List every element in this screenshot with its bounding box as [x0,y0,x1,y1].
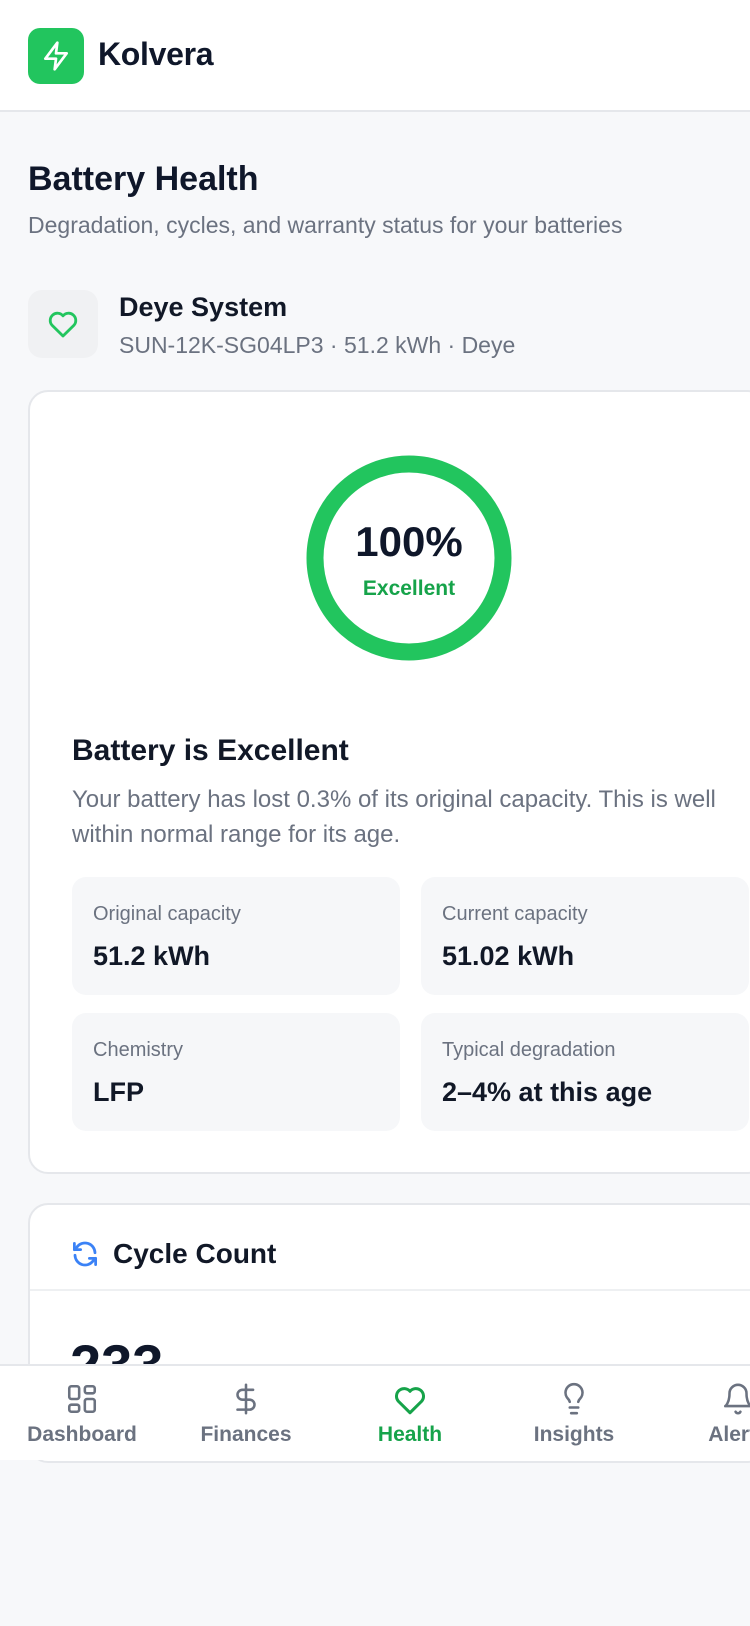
status-title: Battery is Excellent [72,734,349,767]
top-bar: Kolvera [0,0,750,112]
nav-item-finances[interactable]: Finances [164,1366,328,1462]
stat-value: LFP [93,1077,144,1107]
lightbulb-icon [564,1382,584,1415]
stat-typical-degradation: Typical degradation 2–4% at this age [421,1013,749,1131]
heart-icon [395,1387,425,1415]
app-logo[interactable] [28,28,84,84]
stat-current-capacity: Current capacity 51.02 kWh [421,877,749,995]
system-meta: SUN-12K-SG04LP3 · 51.2 kWh · Deye [119,332,516,358]
health-rating: Excellent [362,577,456,600]
page-subtitle: Degradation, cycles, and warranty status… [28,212,623,238]
nav-item-health[interactable]: Health [328,1366,492,1462]
stat-label: Chemistry [93,1039,184,1061]
lightning-bolt-icon [44,41,68,71]
bell-icon [723,1383,750,1415]
app-name: Kolvera [98,36,214,72]
health-percent: 100% [355,518,463,565]
nav-label: Finances [200,1423,292,1446]
nav-item-dashboard[interactable]: Dashboard [0,1366,164,1462]
nav-label: Insights [533,1423,615,1446]
grid-icon [67,1384,97,1414]
stat-label: Current capacity [442,903,588,925]
system-name[interactable]: Deye System [119,292,287,323]
system-icon-badge [28,290,98,358]
card-divider [30,1289,750,1291]
stat-value: 51.02 kWh [442,941,575,971]
nav-label: Dashboard [27,1423,137,1446]
stat-value: 2–4% at this age [442,1077,653,1107]
stat-label: Typical degradation [442,1039,616,1061]
refresh-icon [73,1241,97,1267]
stat-value: 51.2 kWh [93,941,211,971]
bottom-nav: Dashboard Finances Health Insights Aler [0,1364,750,1460]
status-description: Your battery has lost 0.3% of its origin… [72,786,716,848]
stat-label: Original capacity [93,903,241,925]
nav-item-alerts[interactable]: Alerts [656,1366,750,1462]
nav-label: Alerts [708,1423,750,1446]
nav-item-insights[interactable]: Insights [492,1366,656,1462]
dollar-icon [236,1383,256,1415]
page-title: Battery Health [28,160,259,198]
cycle-count-title: Cycle Count [113,1238,277,1269]
nav-label: Health [377,1423,443,1446]
stat-original-capacity: Original capacity 51.2 kWh [72,877,400,995]
stat-chemistry: Chemistry LFP [72,1013,400,1131]
heart-icon [48,311,78,338]
